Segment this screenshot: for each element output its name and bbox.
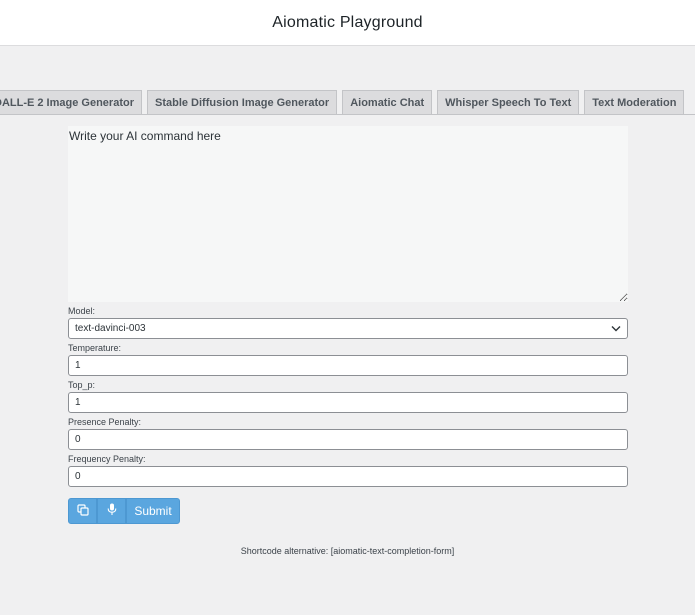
tab-divider xyxy=(0,114,695,115)
submit-button[interactable]: Submit xyxy=(126,498,180,524)
text-completion-form: Model: text-davinci-003 Temperature: Top… xyxy=(68,126,628,524)
tab-dalle-image-generator[interactable]: DALL-E 2 Image Generator xyxy=(0,90,142,115)
frequency-penalty-label: Frequency Penalty: xyxy=(68,454,146,464)
shortcode-value: [aiomatic-text-completion-form] xyxy=(330,546,455,556)
microphone-icon xyxy=(107,503,117,519)
presence-penalty-label: Presence Penalty: xyxy=(68,417,142,427)
tab-aiomatic-chat[interactable]: Aiomatic Chat xyxy=(342,90,433,115)
frequency-penalty-input[interactable] xyxy=(68,466,628,487)
copy-button[interactable] xyxy=(68,498,97,524)
prompt-textarea[interactable] xyxy=(68,126,628,302)
model-select-value: text-davinci-003 xyxy=(75,323,146,334)
model-select[interactable]: text-davinci-003 xyxy=(68,318,628,339)
tab-whisper-speech-to-text[interactable]: Whisper Speech To Text xyxy=(437,90,580,115)
tab-stable-diffusion-image-generator[interactable]: Stable Diffusion Image Generator xyxy=(146,90,338,115)
action-buttons: Submit xyxy=(68,498,628,524)
top-header: Aiomatic Playground xyxy=(0,0,695,46)
presence-penalty-input[interactable] xyxy=(68,429,628,450)
top-p-label: Top_p: xyxy=(68,380,96,390)
top-p-input[interactable] xyxy=(68,392,628,413)
tab-bar: DALL-E 2 Image Generator Stable Diffusio… xyxy=(0,89,685,115)
shortcode-note: Shortcode alternative: [aiomatic-text-co… xyxy=(0,546,695,556)
model-label: Model: xyxy=(68,306,96,316)
microphone-button[interactable] xyxy=(97,498,126,524)
temperature-input[interactable] xyxy=(68,355,628,376)
chevron-down-icon xyxy=(611,324,621,334)
temperature-label: Temperature: xyxy=(68,343,122,353)
copy-icon xyxy=(76,503,89,519)
tab-text-moderation[interactable]: Text Moderation xyxy=(584,90,685,115)
shortcode-label: Shortcode alternative: xyxy=(240,546,329,556)
page-title: Aiomatic Playground xyxy=(272,13,423,31)
